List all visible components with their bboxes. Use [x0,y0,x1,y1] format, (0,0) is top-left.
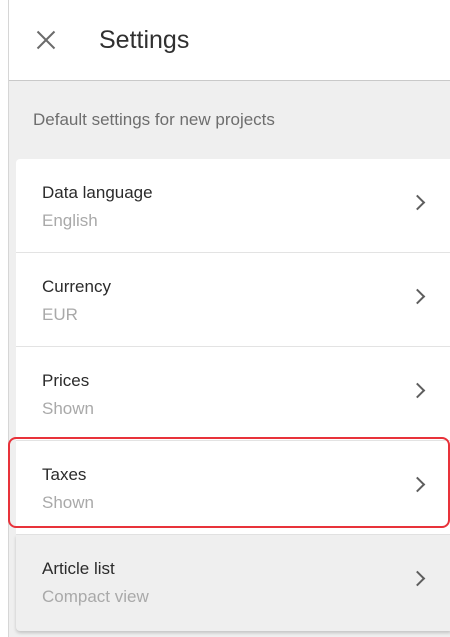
settings-list: Data language English Currency EUR Price… [16,159,450,631]
setting-value: Shown [42,493,94,512]
page-title: Settings [99,25,190,54]
chevron-right-icon [409,570,426,587]
chevron-right-icon [409,476,426,493]
settings-panel: Settings Default settings for new projec… [8,0,450,637]
setting-value: English [42,211,98,230]
setting-item-taxes[interactable]: Taxes Shown [16,441,450,535]
settings-header: Settings [9,0,450,81]
setting-value: EUR [42,305,78,324]
setting-label: Taxes [42,465,87,484]
setting-value: Shown [42,399,94,418]
setting-label: Data language [42,183,153,202]
chevron-right-icon [409,382,426,399]
setting-item-data-language[interactable]: Data language English [16,159,450,253]
close-icon[interactable] [35,29,57,51]
section-subtitle: Default settings for new projects [33,109,275,129]
setting-label: Prices [42,371,90,390]
chevron-right-icon [409,288,426,305]
setting-value: Compact view [42,587,149,606]
setting-item-currency[interactable]: Currency EUR [16,253,450,347]
setting-item-article-list[interactable]: Article list Compact view [16,535,450,631]
chevron-right-icon [409,194,426,211]
setting-label: Currency [42,277,111,296]
setting-item-prices[interactable]: Prices Shown [16,347,450,441]
setting-label: Article list [42,559,115,578]
